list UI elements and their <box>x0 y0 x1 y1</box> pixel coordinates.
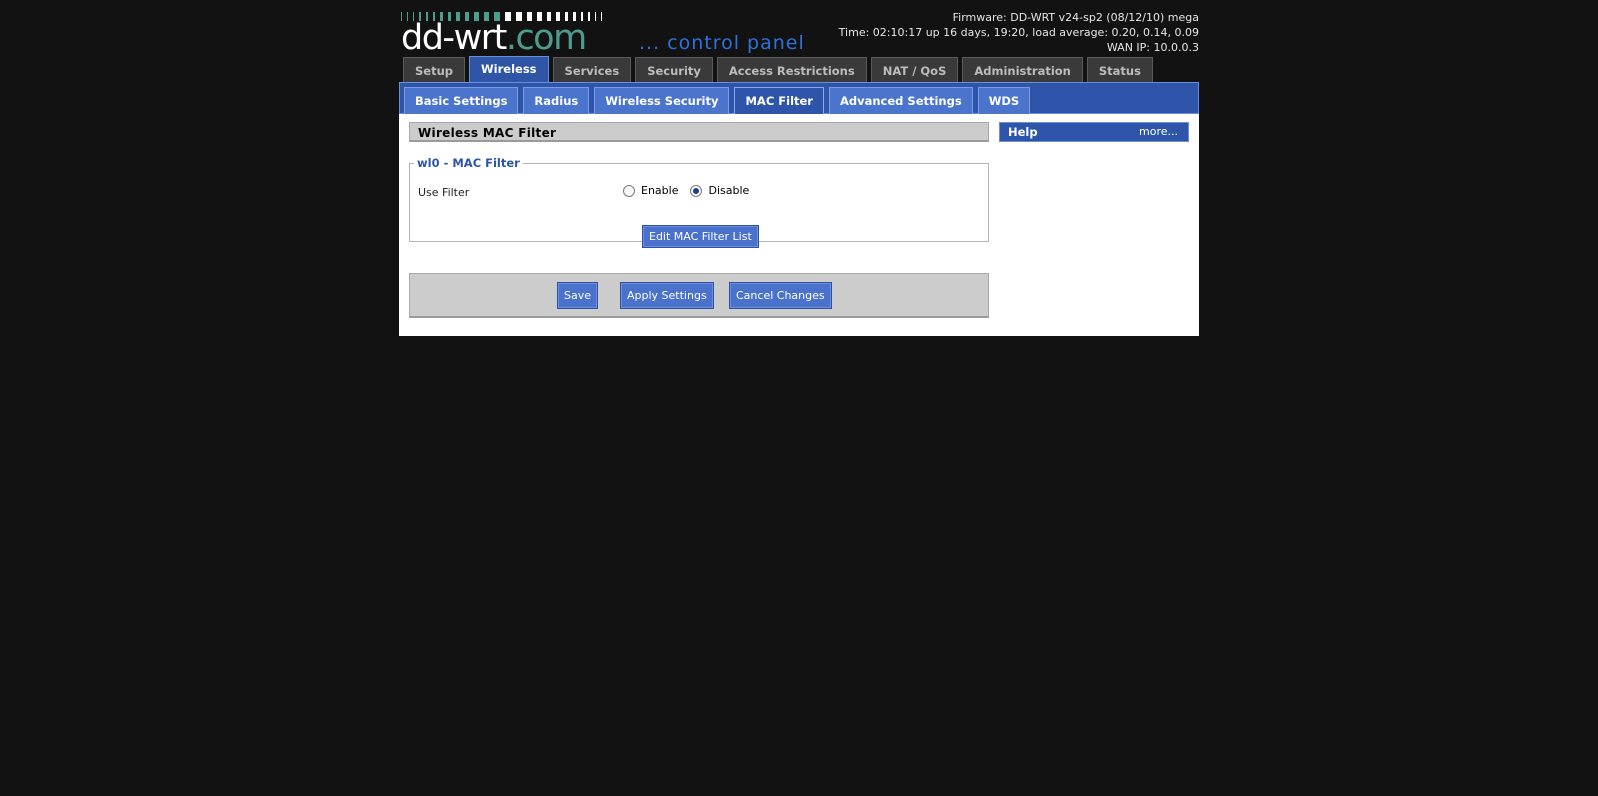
main-menu: Setup Wireless Services Security Access … <box>403 56 1157 83</box>
logo: dd-wrt.com ... control panel <box>401 10 831 56</box>
tab-access-restrictions[interactable]: Access Restrictions <box>716 57 867 83</box>
sub-menu: Basic Settings Radius Wireless Security … <box>404 87 1035 114</box>
tab-setup[interactable]: Setup <box>403 57 465 83</box>
logo-bar <box>595 12 596 21</box>
logo-bar <box>588 12 590 21</box>
tab-wireless[interactable]: Wireless <box>469 56 549 83</box>
subtab-wireless-security[interactable]: Wireless Security <box>594 87 730 114</box>
cancel-changes-button[interactable]: Cancel Changes <box>729 282 832 309</box>
section-title: Wireless MAC Filter <box>409 122 989 142</box>
tab-administration[interactable]: Administration <box>962 57 1083 83</box>
submit-footer: Save Apply Settings Cancel Changes <box>409 273 989 318</box>
firmware-text: Firmware: DD-WRT v24-sp2 (08/12/10) mega <box>952 11 1199 24</box>
edit-mac-filter-list-button[interactable]: Edit MAC Filter List <box>642 225 759 248</box>
disable-radio[interactable] <box>690 184 703 197</box>
enable-radio-label[interactable]: Enable <box>641 184 678 197</box>
use-filter-radio-group: Enable Disable <box>623 184 761 197</box>
logo-tagline: ... control panel <box>639 32 805 54</box>
router-info: Firmware: DD-WRT v24-sp2 (08/12/10) mega… <box>839 10 1199 55</box>
logo-bar <box>601 12 602 21</box>
tab-security[interactable]: Security <box>635 57 713 83</box>
help-more-link[interactable]: more... <box>1139 123 1178 141</box>
subtab-mac-filter[interactable]: MAC Filter <box>734 87 824 114</box>
tab-services[interactable]: Services <box>552 57 632 83</box>
disable-radio-label[interactable]: Disable <box>708 184 749 197</box>
header: dd-wrt.com ... control panel Firmware: D… <box>399 0 1199 56</box>
logo-text: dd-wrt.com <box>401 18 587 58</box>
uptime-text: Time: 02:10:17 up 16 days, 19:20, load a… <box>838 26 1199 39</box>
apply-settings-button[interactable]: Apply Settings <box>620 282 714 309</box>
tab-status[interactable]: Status <box>1086 57 1153 83</box>
subtab-advanced-settings[interactable]: Advanced Settings <box>828 87 973 114</box>
use-filter-label: Use Filter <box>418 186 470 199</box>
logo-dotcom: .com <box>505 18 587 58</box>
subtab-radius[interactable]: Radius <box>523 87 590 114</box>
content-area: Wireless MAC Filter wl0 - MAC Filter Use… <box>409 122 989 318</box>
content-panel: Wireless MAC Filter wl0 - MAC Filter Use… <box>399 114 1199 336</box>
logo-main: dd-wrt <box>401 18 507 58</box>
sub-menu-bar: Basic Settings Radius Wireless Security … <box>399 82 1199 114</box>
subtab-wds[interactable]: WDS <box>977 87 1031 114</box>
help-box: Help more... <box>999 122 1189 142</box>
main-container: dd-wrt.com ... control panel Firmware: D… <box>399 0 1199 336</box>
subtab-basic-settings[interactable]: Basic Settings <box>404 87 519 114</box>
mac-filter-fieldset: wl0 - MAC Filter Use Filter Enable Disab… <box>409 156 989 248</box>
tab-nat-qos[interactable]: NAT / QoS <box>870 57 959 83</box>
enable-radio[interactable] <box>623 184 635 197</box>
help-title: Help <box>1008 125 1038 139</box>
wan-ip-text: WAN IP: 10.0.0.3 <box>1106 41 1199 54</box>
save-button[interactable]: Save <box>557 282 599 309</box>
fieldset-legend: wl0 - MAC Filter <box>417 156 520 170</box>
